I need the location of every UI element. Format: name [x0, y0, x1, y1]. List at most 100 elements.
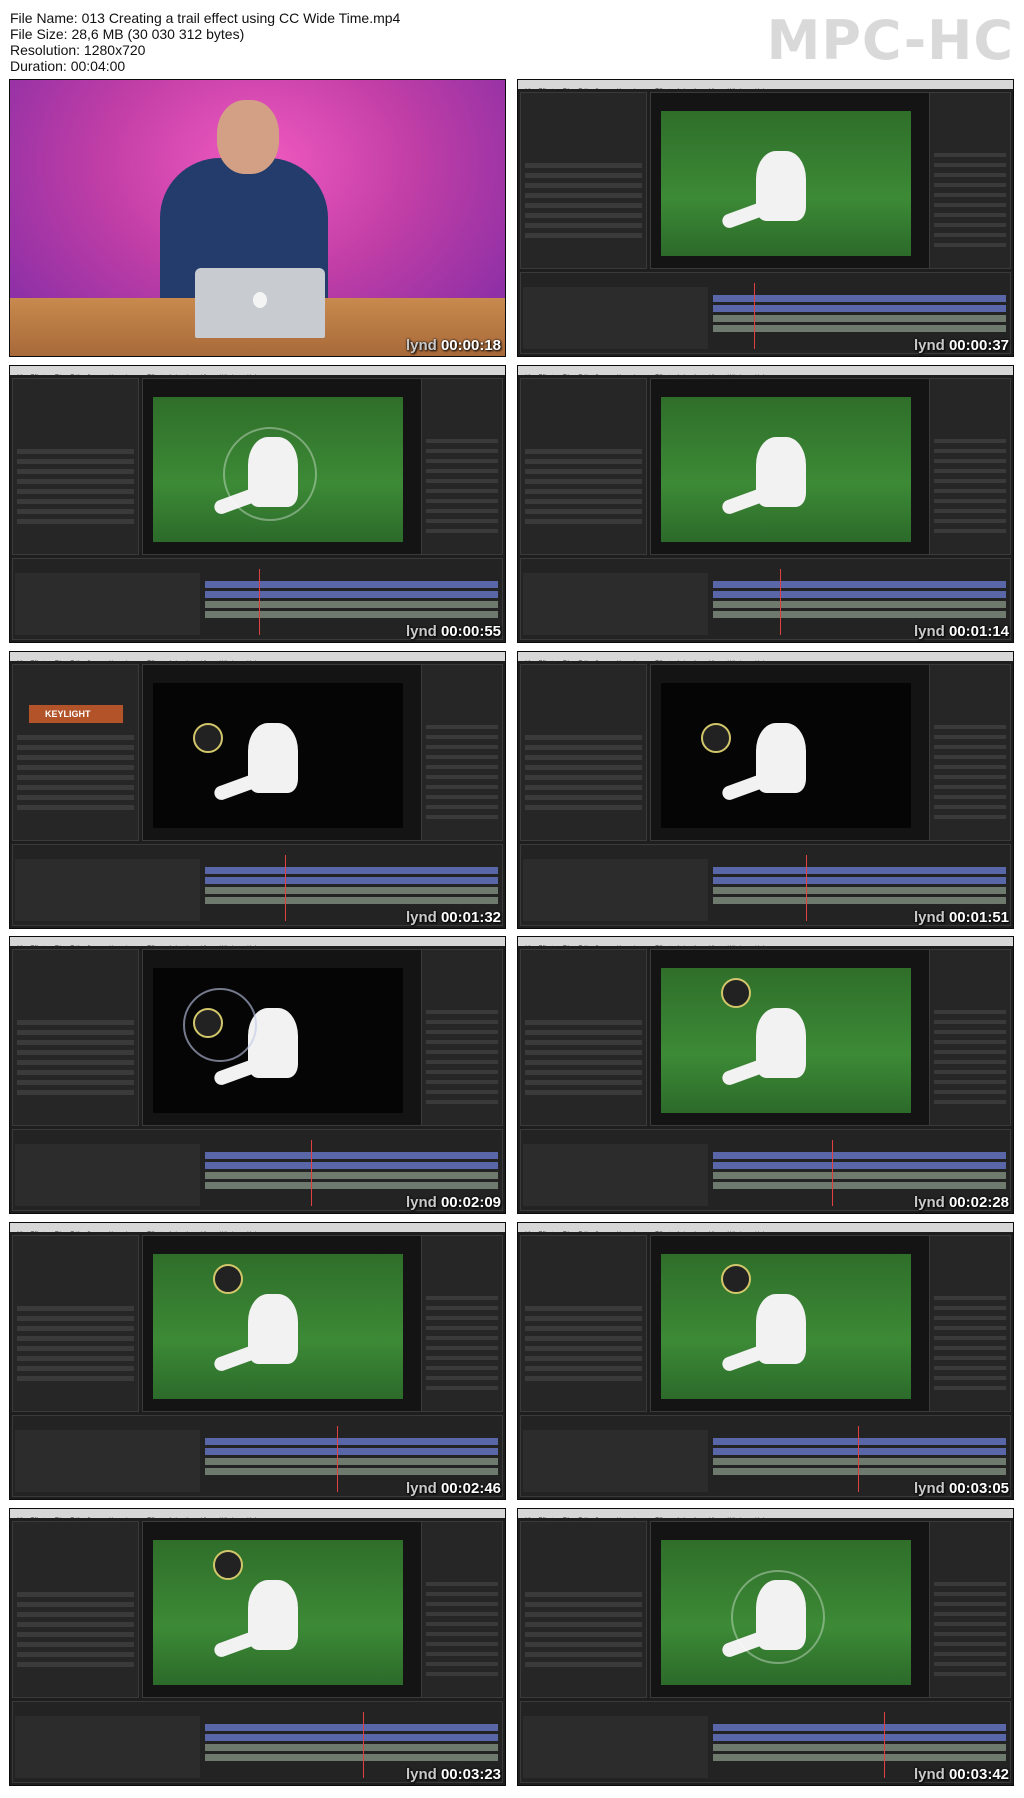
effects-item[interactable]: [934, 1296, 1006, 1300]
panel-row[interactable]: [17, 489, 134, 494]
effects-item[interactable]: [934, 1100, 1006, 1104]
playhead[interactable]: [337, 1426, 338, 1492]
effects-item[interactable]: [426, 1602, 498, 1606]
layer-bar[interactable]: [713, 315, 1006, 322]
panel-row[interactable]: [17, 1306, 134, 1311]
layer-bar[interactable]: [205, 1182, 498, 1189]
panel-row[interactable]: [17, 1346, 134, 1351]
panel-row[interactable]: [525, 735, 642, 740]
effects-item[interactable]: [426, 1582, 498, 1586]
panel-row[interactable]: [525, 1662, 642, 1667]
effects-item[interactable]: [426, 479, 498, 483]
playhead[interactable]: [780, 569, 781, 635]
panel-row[interactable]: [525, 233, 642, 238]
effects-item[interactable]: [934, 193, 1006, 197]
effects-item[interactable]: [934, 795, 1006, 799]
effects-item[interactable]: [426, 1632, 498, 1636]
layer-bar[interactable]: [205, 877, 498, 884]
layer-bar[interactable]: [713, 581, 1006, 588]
effects-item[interactable]: [426, 1592, 498, 1596]
panel-row[interactable]: [525, 509, 642, 514]
panel-row[interactable]: [525, 173, 642, 178]
playhead[interactable]: [858, 1426, 859, 1492]
panel-row[interactable]: [17, 755, 134, 760]
layer-bar[interactable]: [205, 581, 498, 588]
layer-bar[interactable]: [713, 897, 1006, 904]
panel-row[interactable]: [525, 1356, 642, 1361]
panel-row[interactable]: [17, 1316, 134, 1321]
playhead[interactable]: [259, 569, 260, 635]
panel-row[interactable]: [17, 449, 134, 454]
panel-row[interactable]: [525, 1336, 642, 1341]
layer-bar[interactable]: [713, 1744, 1006, 1751]
panel-row[interactable]: [17, 1326, 134, 1331]
effects-item[interactable]: [426, 1070, 498, 1074]
panel-row[interactable]: [17, 795, 134, 800]
layer-bar[interactable]: [713, 601, 1006, 608]
effects-item[interactable]: [426, 1060, 498, 1064]
effects-item[interactable]: [934, 1366, 1006, 1370]
panel-row[interactable]: [17, 1592, 134, 1597]
effects-item[interactable]: [426, 1306, 498, 1310]
layer-bar[interactable]: [205, 1152, 498, 1159]
panel-row[interactable]: [17, 1030, 134, 1035]
effects-item[interactable]: [934, 1070, 1006, 1074]
panel-row[interactable]: [17, 1612, 134, 1617]
panel-row[interactable]: [525, 1652, 642, 1657]
layer-bar[interactable]: [713, 325, 1006, 332]
effects-item[interactable]: [934, 1326, 1006, 1330]
effects-item[interactable]: [934, 1632, 1006, 1636]
effects-item[interactable]: [934, 459, 1006, 463]
layer-bar[interactable]: [713, 1754, 1006, 1761]
effects-item[interactable]: [934, 1622, 1006, 1626]
panel-row[interactable]: [525, 449, 642, 454]
effects-item[interactable]: [426, 499, 498, 503]
effects-item[interactable]: [934, 755, 1006, 759]
effects-item[interactable]: [934, 1010, 1006, 1014]
effects-item[interactable]: [934, 173, 1006, 177]
effects-item[interactable]: [426, 1346, 498, 1350]
effects-item[interactable]: [426, 1030, 498, 1034]
effects-item[interactable]: [426, 1386, 498, 1390]
effects-item[interactable]: [934, 815, 1006, 819]
effects-item[interactable]: [934, 1090, 1006, 1094]
effects-item[interactable]: [934, 1050, 1006, 1054]
panel-row[interactable]: [17, 1336, 134, 1341]
layer-bar[interactable]: [713, 295, 1006, 302]
layer-bar[interactable]: [205, 1162, 498, 1169]
effects-item[interactable]: [934, 785, 1006, 789]
panel-row[interactable]: [525, 765, 642, 770]
layer-bar[interactable]: [713, 1448, 1006, 1455]
effects-item[interactable]: [426, 439, 498, 443]
panel-row[interactable]: [525, 1592, 642, 1597]
effects-item[interactable]: [426, 745, 498, 749]
effects-item[interactable]: [934, 213, 1006, 217]
panel-row[interactable]: [525, 459, 642, 464]
effects-item[interactable]: [426, 1662, 498, 1666]
effects-item[interactable]: [934, 725, 1006, 729]
playhead[interactable]: [806, 855, 807, 921]
layer-bar[interactable]: [205, 887, 498, 894]
effects-item[interactable]: [934, 489, 1006, 493]
panel-row[interactable]: [525, 1070, 642, 1075]
layer-bar[interactable]: [205, 897, 498, 904]
panel-row[interactable]: [17, 1040, 134, 1045]
panel-row[interactable]: [17, 1080, 134, 1085]
effects-item[interactable]: [934, 1592, 1006, 1596]
effects-item[interactable]: [934, 1356, 1006, 1360]
layer-bar[interactable]: [713, 305, 1006, 312]
panel-row[interactable]: [17, 1642, 134, 1647]
effects-item[interactable]: [934, 529, 1006, 533]
layer-bar[interactable]: [205, 1468, 498, 1475]
effects-item[interactable]: [934, 1672, 1006, 1676]
effects-item[interactable]: [426, 469, 498, 473]
panel-row[interactable]: [17, 785, 134, 790]
panel-row[interactable]: [525, 469, 642, 474]
effects-item[interactable]: [426, 1336, 498, 1340]
panel-row[interactable]: [17, 519, 134, 524]
layer-bar[interactable]: [205, 867, 498, 874]
layer-bar[interactable]: [713, 887, 1006, 894]
effects-item[interactable]: [426, 785, 498, 789]
panel-row[interactable]: [17, 1376, 134, 1381]
panel-row[interactable]: [525, 489, 642, 494]
